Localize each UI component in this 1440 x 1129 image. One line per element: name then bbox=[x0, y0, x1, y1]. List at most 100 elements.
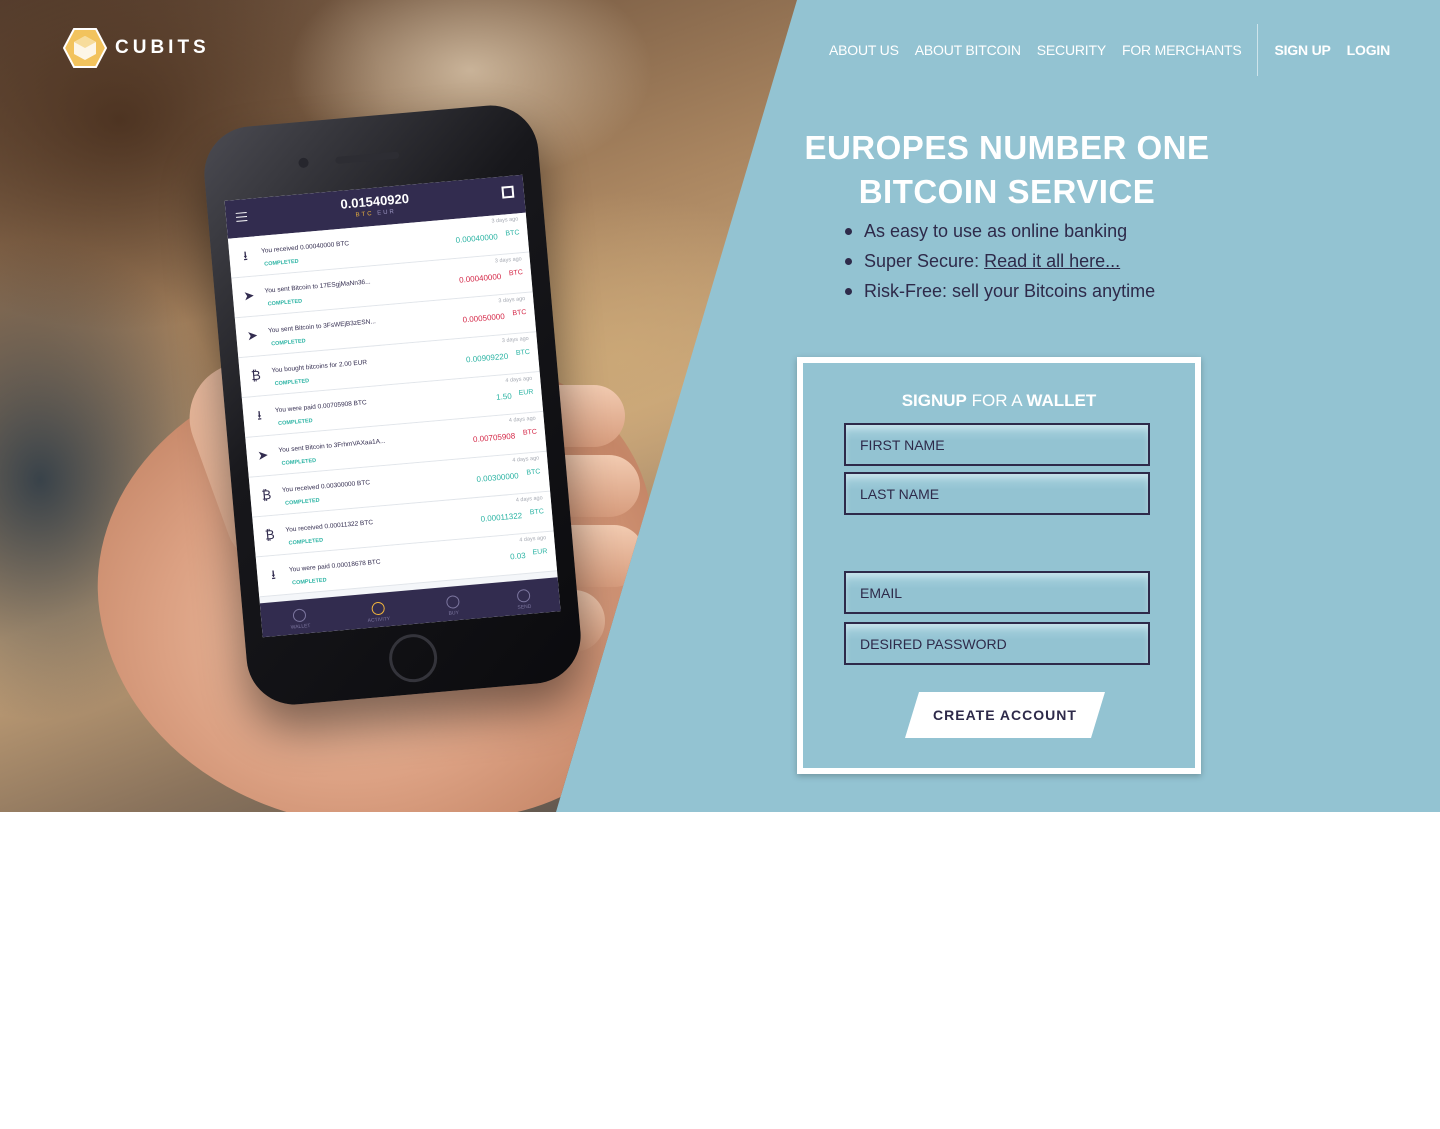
first-name-input[interactable] bbox=[846, 425, 1148, 464]
transaction-description: You were paid 0.00018678 BTC bbox=[288, 558, 381, 574]
phone-speaker bbox=[335, 151, 400, 165]
transaction-status: COMPLETED bbox=[270, 338, 306, 348]
transaction-time: 3 days ago bbox=[491, 216, 519, 225]
password-input[interactable] bbox=[846, 624, 1148, 663]
feature-item: As easy to use as online banking bbox=[845, 216, 1155, 246]
transaction-status: COMPLETED bbox=[284, 497, 320, 507]
home-button bbox=[387, 632, 440, 685]
transaction-description: You bought bitcoins for 2.00 EUR bbox=[271, 359, 368, 375]
transaction-amount: 0.00050000 bbox=[462, 311, 506, 325]
transaction-amount: 0.00909220 bbox=[465, 351, 509, 365]
transaction-status: COMPLETED bbox=[291, 577, 327, 587]
headline-line-1: EUROPES NUMBER ONE bbox=[804, 129, 1210, 166]
transaction-time: 3 days ago bbox=[494, 256, 523, 265]
activity-icon bbox=[370, 601, 385, 616]
transaction-currency: BTC bbox=[526, 468, 541, 477]
transaction-status: COMPLETED bbox=[288, 537, 324, 547]
transaction-time: 3 days ago bbox=[501, 335, 530, 345]
nav-sign-up[interactable]: SIGN UP bbox=[1274, 42, 1330, 58]
last-name-field bbox=[844, 472, 1150, 515]
logo[interactable]: CUBITS bbox=[63, 28, 210, 68]
password-field bbox=[844, 622, 1150, 665]
signup-form: SIGNUP FOR A WALLET CREATE ACCOUNT bbox=[797, 357, 1201, 774]
feature-item: Super Secure: Read it all here... bbox=[845, 246, 1155, 276]
nav-about-us[interactable]: ABOUT US bbox=[829, 42, 899, 58]
transaction-currency: BTC bbox=[512, 308, 527, 318]
hero-photo: 0.01540920 BTC EUR ⭳ 3 days ago You receiv… bbox=[0, 0, 797, 812]
transaction-description: You received 0.00011322 BTC bbox=[285, 519, 374, 534]
nav-divider bbox=[1257, 24, 1259, 76]
transaction-time: 4 days ago bbox=[508, 415, 536, 424]
main-nav: ABOUT US ABOUT BITCOIN SECURITY FOR MERC… bbox=[813, 24, 1390, 76]
transaction-status: COMPLETED bbox=[277, 418, 313, 428]
transaction-description: You received 0.00300000 BTC bbox=[281, 479, 371, 494]
create-account-button[interactable]: CREATE ACCOUNT bbox=[905, 692, 1105, 738]
send-icon: ➤ bbox=[256, 447, 269, 463]
wallet-icon bbox=[292, 608, 307, 623]
download-icon: ⭳ bbox=[242, 248, 249, 264]
transaction-amount: 0.00011322 bbox=[480, 511, 523, 524]
bitcoin-icon: ₿ bbox=[250, 367, 262, 384]
download-icon: ⭳ bbox=[270, 566, 277, 583]
camera-icon bbox=[298, 157, 309, 169]
transaction-description: You received 0.00040000 BTC bbox=[260, 240, 350, 255]
transaction-currency: EUR bbox=[532, 548, 548, 557]
download-icon: ⭳ bbox=[256, 407, 263, 423]
transaction-amount: 0.03 bbox=[509, 550, 527, 562]
phone-screen: 0.01540920 BTC EUR ⭳ 3 days ago You receiv… bbox=[224, 174, 561, 638]
app-tab-activity: ACTIVITY bbox=[366, 601, 390, 624]
email-field bbox=[844, 571, 1150, 614]
last-name-input[interactable] bbox=[846, 474, 1148, 513]
headline-line-2: BITCOIN SERVICE bbox=[858, 173, 1156, 210]
hero-section: 0.01540920 BTC EUR ⭳ 3 days ago You receiv… bbox=[0, 0, 1440, 812]
transaction-status: COMPLETED bbox=[274, 378, 310, 388]
nav-login[interactable]: LOGIN bbox=[1347, 42, 1391, 58]
nav-security[interactable]: SECURITY bbox=[1037, 42, 1106, 58]
bitcoin-icon: ₿ bbox=[264, 526, 276, 543]
transaction-currency: BTC bbox=[505, 229, 520, 238]
bitcoin-icon: ₿ bbox=[260, 486, 272, 503]
transaction-time: 4 days ago bbox=[515, 495, 543, 504]
transaction-description: You were paid 0.00705908 BTC bbox=[274, 399, 367, 415]
transaction-status: COMPLETED bbox=[267, 298, 303, 308]
qr-code-icon bbox=[501, 185, 515, 199]
transaction-time: 4 days ago bbox=[519, 535, 547, 544]
app-tab-wallet: WALLET bbox=[289, 608, 311, 631]
transaction-currency: BTC bbox=[529, 508, 545, 517]
transaction-amount: 1.50 bbox=[495, 391, 513, 402]
first-name-field bbox=[844, 423, 1150, 466]
transaction-status: COMPLETED bbox=[281, 457, 317, 467]
transaction-amount: 0.00705908 bbox=[472, 431, 516, 445]
transaction-time: 4 days ago bbox=[512, 455, 540, 464]
app-tab-buy: BUY bbox=[445, 594, 461, 617]
signup-title: SIGNUP FOR A WALLET bbox=[901, 391, 1097, 410]
transaction-currency: BTC bbox=[515, 348, 531, 358]
transaction-time: 3 days ago bbox=[498, 296, 526, 305]
transaction-time: 4 days ago bbox=[505, 375, 533, 385]
send-icon: ➤ bbox=[242, 287, 256, 304]
transaction-status: COMPLETED bbox=[264, 258, 299, 268]
transaction-amount: 0.00300000 bbox=[476, 471, 520, 484]
transaction-description: You sent Bitcoin to 3FrhmVAXaa1A... bbox=[278, 437, 386, 455]
transaction-currency: BTC bbox=[508, 269, 524, 278]
feature-list: As easy to use as online banking Super S… bbox=[845, 216, 1155, 306]
feature-item: Risk-Free: sell your Bitcoins anytime bbox=[845, 276, 1155, 306]
cubits-logo-icon bbox=[63, 28, 107, 68]
transaction-list: ⭳ 3 days ago You received 0.00040000 BTC CO… bbox=[227, 212, 558, 598]
brand-name: CUBITS bbox=[115, 37, 210, 58]
read-more-link[interactable]: Read it all here... bbox=[984, 251, 1120, 271]
transaction-currency: BTC bbox=[522, 428, 538, 437]
send-icon bbox=[516, 588, 531, 603]
transaction-description: You sent Bitcoin to 3FsWEjB3zESN... bbox=[267, 318, 377, 335]
app-tab-send: SEND bbox=[516, 588, 532, 611]
phone-mockup: 0.01540920 BTC EUR ⭳ 3 days ago You receiv… bbox=[200, 101, 585, 709]
send-icon: ➤ bbox=[246, 327, 259, 344]
transaction-amount: 0.00040000 bbox=[458, 272, 502, 285]
buy-icon bbox=[445, 594, 460, 610]
nav-for-merchants[interactable]: FOR MERCHANTS bbox=[1122, 42, 1242, 58]
transaction-description: You sent Bitcoin to 17ESgjMaNn36... bbox=[264, 278, 371, 295]
transaction-currency: EUR bbox=[518, 388, 534, 397]
email-input[interactable] bbox=[846, 573, 1148, 612]
hero-headline: EUROPES NUMBER ONE BITCOIN SERVICE bbox=[790, 126, 1224, 214]
nav-about-bitcoin[interactable]: ABOUT BITCOIN bbox=[915, 42, 1021, 58]
